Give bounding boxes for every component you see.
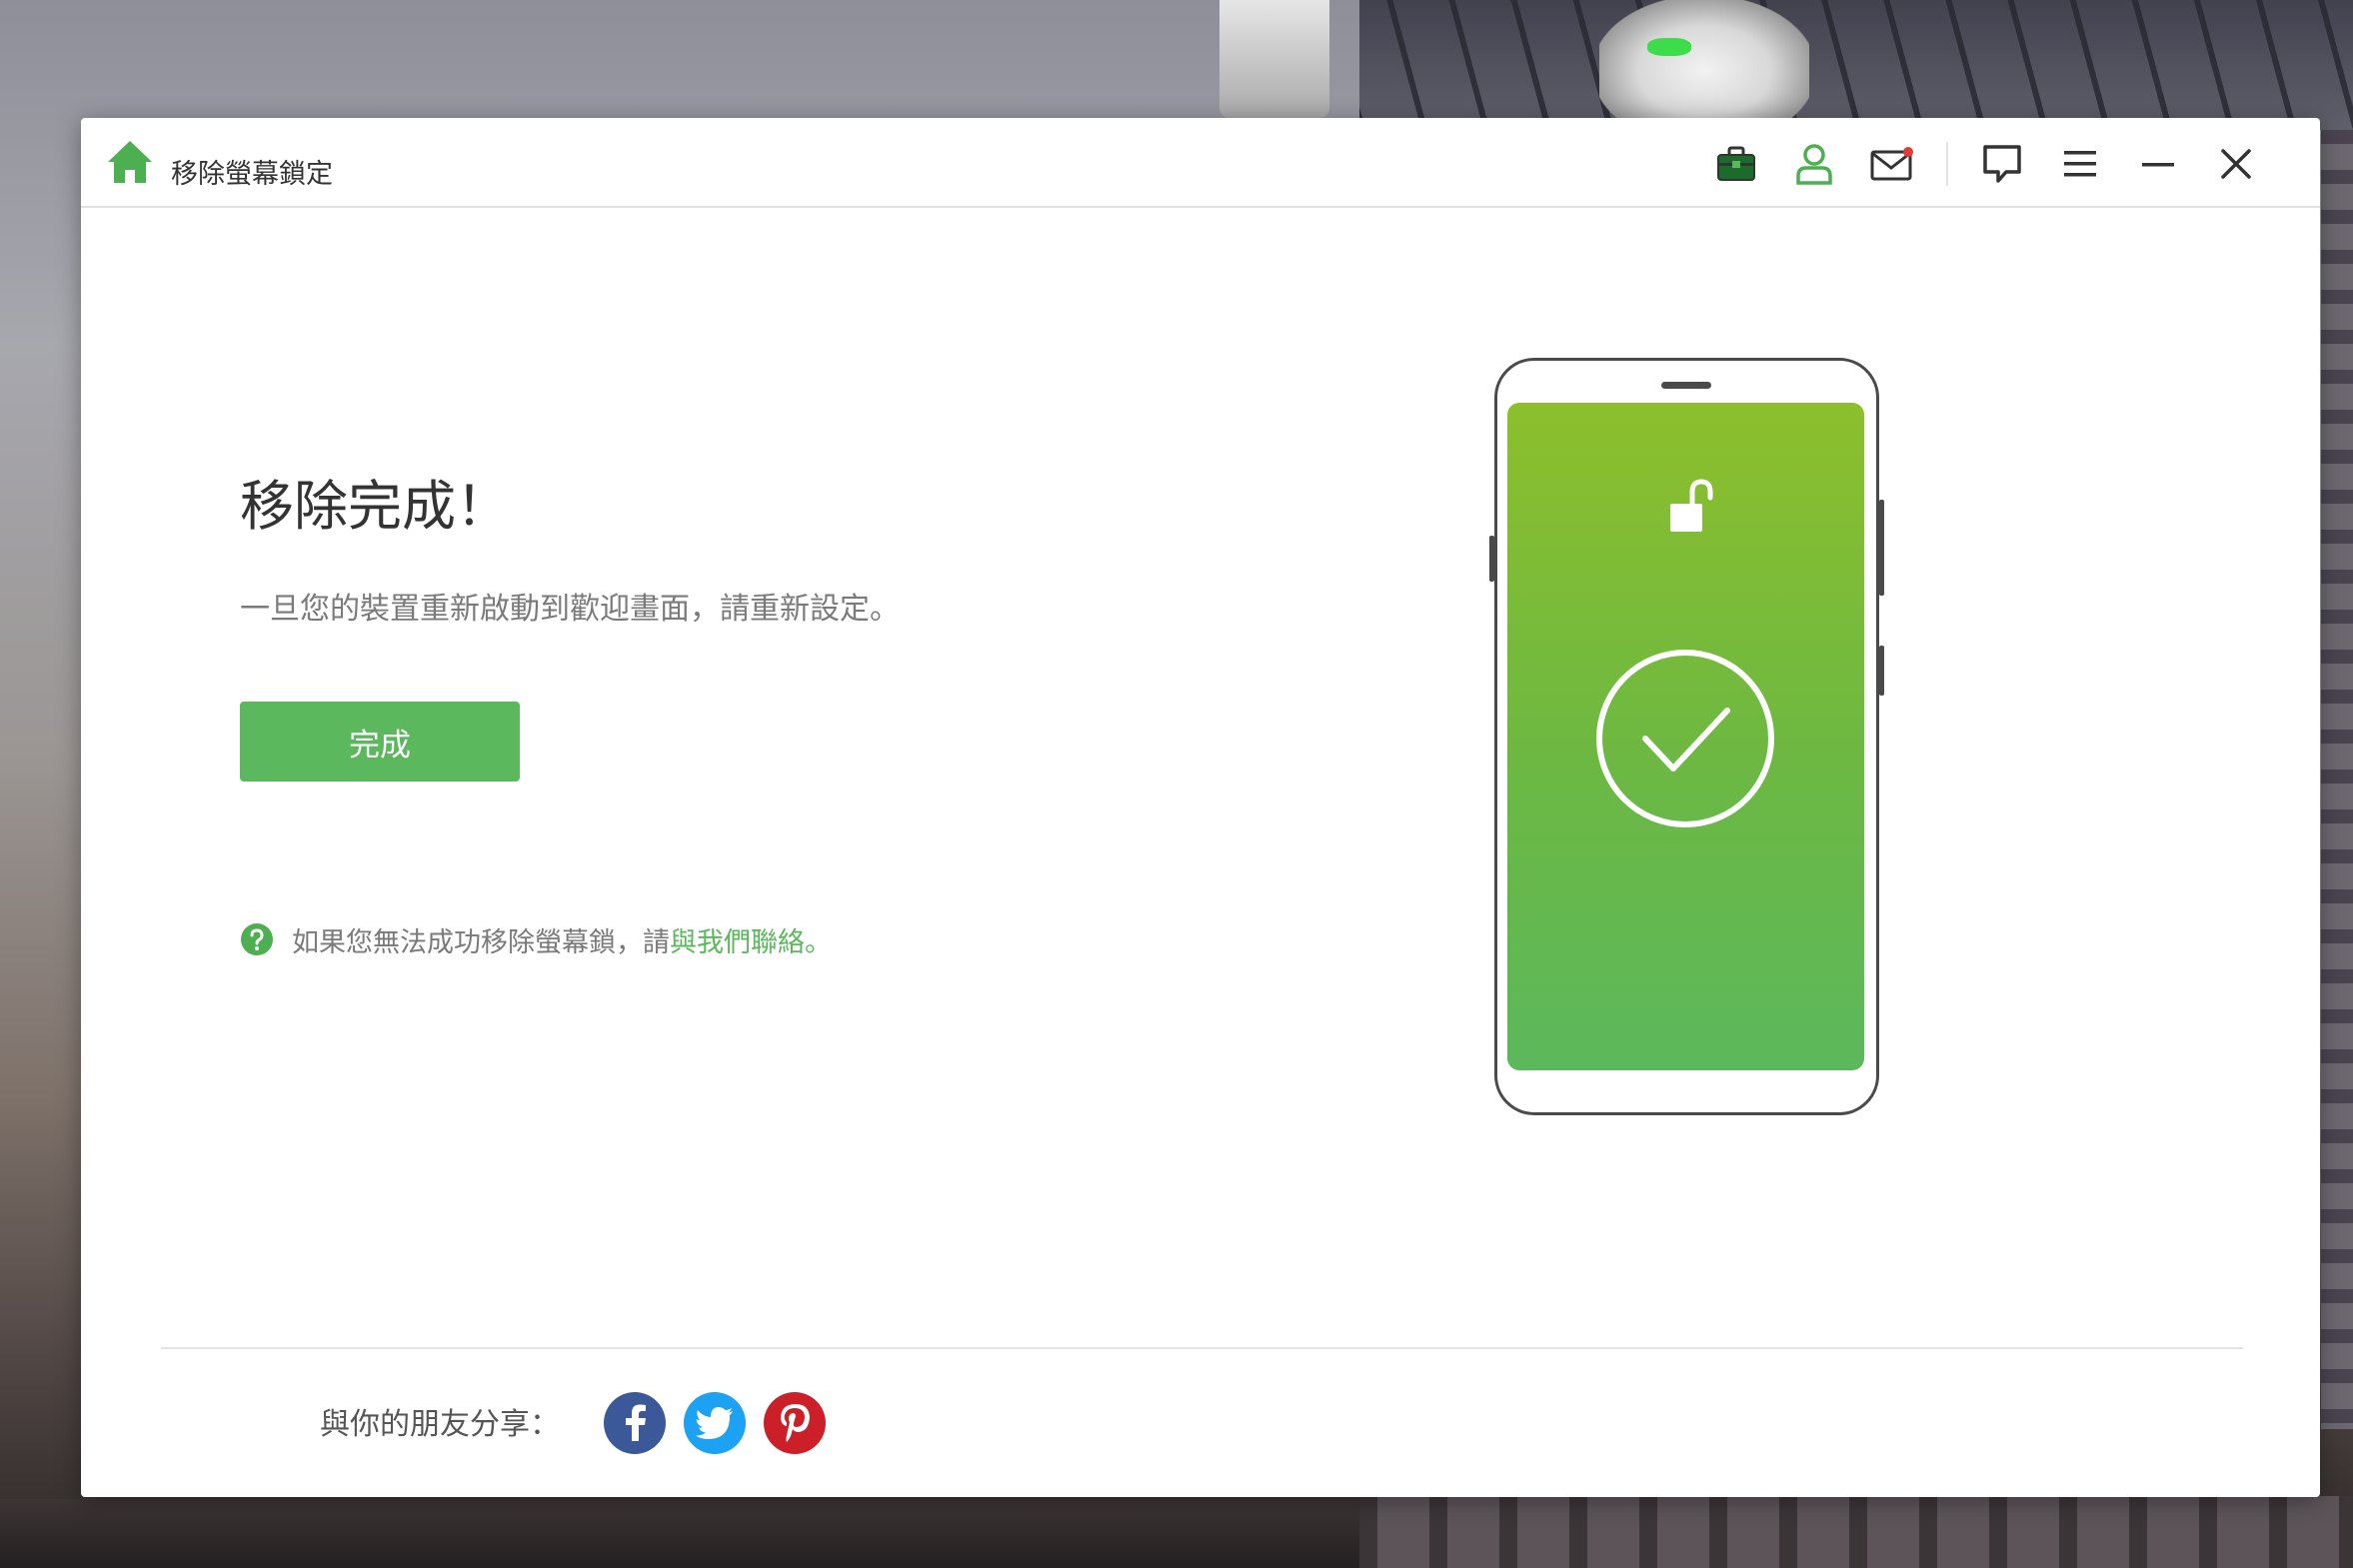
- twitter-icon: [696, 1407, 733, 1439]
- desktop-background-structure: [1359, 0, 2353, 130]
- instruction-text: 一旦您的裝置重新啟動到歡迎畫面，請重新設定。: [240, 592, 900, 627]
- facebook-share-button[interactable]: [604, 1392, 666, 1454]
- account-icon: [1796, 144, 1832, 185]
- pinterest-share-button[interactable]: [764, 1392, 826, 1454]
- close-icon: [2221, 149, 2251, 179]
- phone-speaker: [1661, 382, 1711, 389]
- share-label: 與你的朋友分享：: [320, 1407, 560, 1442]
- menu-button[interactable]: [2056, 140, 2104, 188]
- mail-button[interactable]: [1868, 140, 1916, 188]
- page-title: 移除完成！: [240, 475, 510, 538]
- feedback-button[interactable]: [1978, 140, 2026, 188]
- desktop-background-base: [1359, 1496, 2353, 1568]
- notification-dot: [1903, 147, 1913, 157]
- desktop-background-robot-arm: [1219, 0, 1329, 118]
- phone-volume-button: [1879, 500, 1884, 596]
- desktop-background-ground: [0, 1499, 1359, 1568]
- home-icon[interactable]: [105, 138, 155, 186]
- menu-icon: [2064, 151, 2096, 177]
- toolbar-separator: [1946, 142, 1948, 186]
- phone-power-button: [1879, 646, 1884, 696]
- content-layer: 移除完成！ 一旦您的裝置重新啟動到歡迎畫面，請重新設定。 完成 如果您無法成功移…: [81, 118, 2320, 1497]
- done-button[interactable]: 完成: [240, 702, 520, 782]
- success-check-icon: [1596, 650, 1774, 827]
- toolbox-icon: [1717, 146, 1755, 181]
- help-row: 如果您無法成功移除螢幕鎖，請 與我們聯絡 。: [240, 920, 832, 959]
- help-text: 如果您無法成功移除螢幕鎖，請: [292, 926, 670, 958]
- app-window: 移除螢幕鎖定 移除完成！ 一旦您的裝置重新啟動到歡迎畫面，請重新設定。 完成 如…: [81, 118, 2320, 1497]
- pinterest-icon: [781, 1404, 810, 1442]
- unlocked-padlock-icon: [1670, 479, 1713, 532]
- desktop-background-tower: [2321, 130, 2353, 1429]
- help-icon: [241, 923, 273, 955]
- close-button[interactable]: [2212, 140, 2260, 188]
- contact-us-link[interactable]: 與我們聯絡: [670, 920, 805, 959]
- desktop-background-robot-head: [1599, 0, 1809, 118]
- feedback-icon: [1983, 145, 2021, 183]
- mail-icon: [1870, 147, 1913, 181]
- toolbox-button[interactable]: [1712, 140, 1760, 188]
- footer-divider: [161, 1347, 2243, 1349]
- toolbar: [1682, 140, 2260, 188]
- account-button[interactable]: [1790, 140, 1838, 188]
- app-title: 移除螢幕鎖定: [171, 159, 333, 190]
- minimize-button[interactable]: [2134, 140, 2182, 188]
- title-bar: 移除螢幕鎖定: [81, 118, 2320, 208]
- facebook-icon: [626, 1404, 646, 1441]
- desktop-background-robot-eye: [1647, 38, 1691, 56]
- minimize-icon: [2142, 163, 2174, 167]
- help-suffix: 。: [805, 926, 832, 958]
- twitter-share-button[interactable]: [684, 1392, 746, 1454]
